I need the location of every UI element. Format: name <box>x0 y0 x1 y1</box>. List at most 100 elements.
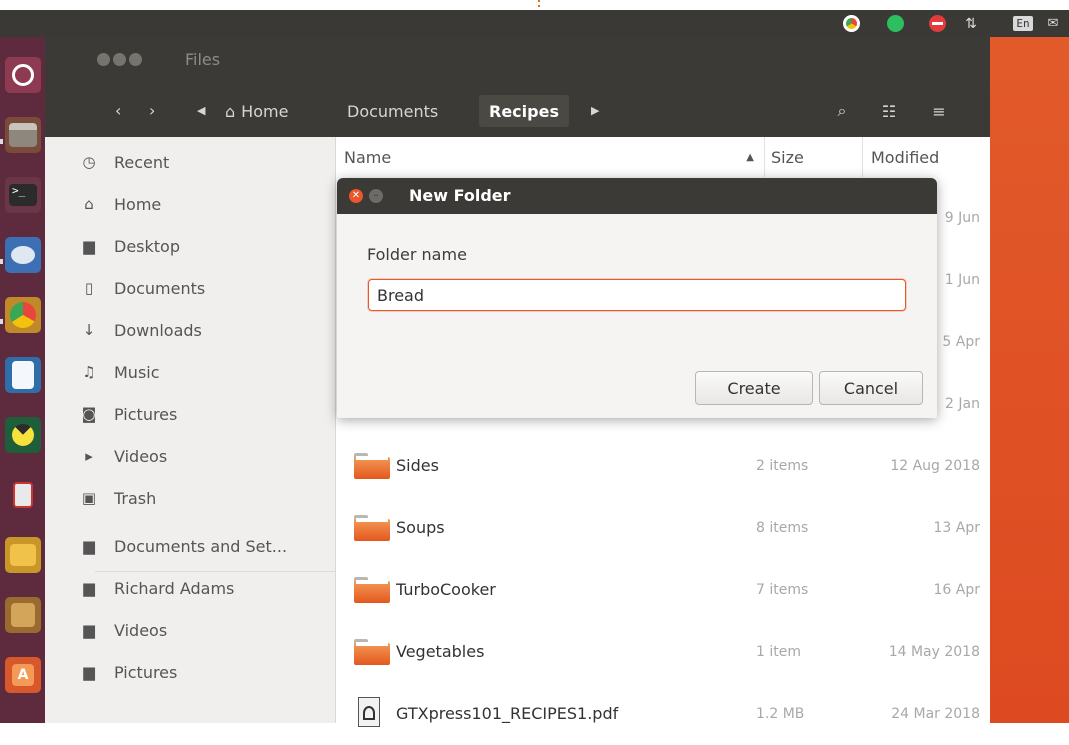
path-scroll-left-icon[interactable]: ◀ <box>197 95 211 125</box>
path-scroll-right-icon[interactable]: ▶ <box>591 95 605 125</box>
file-size: 7 items <box>756 582 809 598</box>
sidebar-item-videos[interactable]: ▸ Videos <box>45 435 335 477</box>
home-icon: ⌂ <box>84 195 94 213</box>
clock-icon: ◷ <box>82 153 96 171</box>
robot-icon[interactable] <box>5 477 41 513</box>
column-header-modified[interactable]: Modified <box>863 137 990 177</box>
close-icon: ✕ <box>351 190 361 201</box>
dialog-titlebar: ✕ – New Folder <box>337 178 937 214</box>
sidebar-item-label: Downloads <box>114 320 202 340</box>
sidebar-item-pictures[interactable]: ▆ Pictures <box>45 651 335 693</box>
document-icon: ▯ <box>84 279 94 297</box>
chrome-icon[interactable] <box>5 297 41 333</box>
close-window-button[interactable] <box>97 53 110 66</box>
file-modified: 14 May 2018 <box>888 644 980 660</box>
sidebar-item-desktop[interactable]: ▆ Desktop <box>45 225 335 267</box>
mail-icon[interactable]: ✉ <box>1042 10 1064 37</box>
file-size: 8 items <box>756 520 809 536</box>
sidebar-item-label: Pictures <box>114 404 178 424</box>
file-row[interactable]: Vegetables 1 item 14 May 2018 <box>336 621 990 683</box>
file-name: Sides <box>396 456 439 475</box>
folder-icon <box>354 577 390 603</box>
sidebar-item-downloads[interactable]: ↓ Downloads <box>45 309 335 351</box>
pacman-icon[interactable] <box>5 417 41 453</box>
sidebar-item-label: Music <box>114 362 160 382</box>
files-icon[interactable] <box>5 117 41 153</box>
file-modified: 1 Jun <box>944 272 980 288</box>
network-icon[interactable]: ⇅ <box>958 10 984 37</box>
dos-icon[interactable] <box>5 597 41 633</box>
sidebar-item-label: Documents and Set... <box>114 536 288 556</box>
dialog-minimize-button[interactable]: – <box>369 189 383 203</box>
path-home-button[interactable]: ⌂ Home <box>215 95 298 127</box>
maximize-window-button[interactable] <box>129 53 142 66</box>
column-header-name[interactable]: Name ▲ <box>336 137 765 177</box>
dialog-title: New Folder <box>409 186 511 205</box>
sidebar-item-home[interactable]: ⌂ Home <box>45 183 335 225</box>
file-row[interactable]: GTXpress101_RECIPES1.pdf 1.2 MB 24 Mar 201… <box>336 683 990 745</box>
sidebar-item-documents[interactable]: ▯ Documents <box>45 267 335 309</box>
menu-button[interactable]: ≡ <box>922 95 956 127</box>
minimize-window-button[interactable] <box>113 53 126 66</box>
keyboard-layout-indicator[interactable]: En <box>1010 10 1036 37</box>
minimize-icon: – <box>373 190 379 201</box>
sidebar-item-label: Videos <box>114 446 168 466</box>
path-documents-label: Documents <box>347 101 439 121</box>
file-name: Vegetables <box>396 642 485 661</box>
file-row[interactable]: TurboCooker 7 items 16 Apr <box>336 559 990 621</box>
sidebar-item-trash[interactable]: ▣ Trash <box>45 477 335 519</box>
search-button[interactable]: ⌕ <box>825 95 859 127</box>
create-button[interactable]: Create <box>695 371 813 405</box>
path-recipes-button[interactable]: Recipes <box>479 95 569 127</box>
sort-ascending-icon: ▲ <box>746 151 754 163</box>
writer-icon[interactable] <box>5 357 41 393</box>
file-size: 1.2 MB <box>756 706 805 722</box>
folder-name-input[interactable] <box>368 279 906 311</box>
view-toggle-button[interactable]: ☷ <box>872 95 906 127</box>
file-row[interactable]: Sides 2 items 12 Aug 2018 <box>336 435 990 497</box>
thunderbird-icon[interactable] <box>5 237 41 273</box>
archive-icon[interactable] <box>5 537 41 573</box>
window-title: Files <box>185 50 221 69</box>
file-modified: 9 Jun <box>944 210 980 226</box>
top-panel: ⇅ En ✉ <box>0 0 1069 37</box>
sidebar-item-videos[interactable]: ▆ Videos <box>45 609 335 651</box>
file-size: 2 items <box>756 458 809 474</box>
folder-icon: ▆ <box>83 663 95 681</box>
column-modified-label: Modified <box>871 147 940 167</box>
file-name: Soups <box>396 518 445 537</box>
file-row[interactable]: Soups 8 items 13 Apr <box>336 497 990 559</box>
folder-icon: ▆ <box>83 237 95 255</box>
file-name: TurboCooker <box>396 580 496 599</box>
camera-icon: ◙ <box>81 405 97 423</box>
evernote-icon[interactable] <box>880 10 910 37</box>
chrome-tray-icon[interactable] <box>836 10 866 37</box>
no-entry-icon[interactable] <box>922 10 952 37</box>
file-modified: 13 Apr <box>933 520 980 536</box>
sidebar-item-pictures[interactable]: ◙ Pictures <box>45 393 335 435</box>
file-modified: 24 Mar 2018 <box>891 706 980 722</box>
keyboard-layout-label: En <box>1013 16 1033 31</box>
path-documents-button[interactable]: Documents <box>337 95 448 127</box>
headerbar: Files ‹ › ◀ ⌂ Home Documents Recipes ▶ ⌕… <box>45 37 990 137</box>
sidebar-item-documents-and-set[interactable]: ▆ Documents and Set... <box>45 525 335 567</box>
terminal-icon[interactable]: >_ <box>5 177 41 213</box>
places-sidebar: ◷ Recent ⌂ Home ▆ Desktop ▯ Documents ↓ Downloads… <box>45 137 336 723</box>
column-header-size[interactable]: Size <box>765 137 863 177</box>
ubuntu-logo-icon[interactable] <box>5 57 41 93</box>
software-center-icon[interactable]: A <box>5 657 41 693</box>
folder-icon: ▆ <box>83 579 95 597</box>
cancel-button[interactable]: Cancel <box>819 371 923 405</box>
column-size-label: Size <box>771 147 804 167</box>
launcher: >_ A <box>0 37 45 723</box>
trash-icon: ▣ <box>81 489 97 507</box>
file-modified: 2 Jan <box>945 396 980 412</box>
back-button[interactable]: ‹ <box>115 95 137 125</box>
file-modified: 16 Apr <box>933 582 980 598</box>
sidebar-item-recent[interactable]: ◷ Recent <box>45 141 335 183</box>
sidebar-item-music[interactable]: ♫ Music <box>45 351 335 393</box>
folder-icon <box>354 453 390 479</box>
forward-button[interactable]: › <box>149 95 171 125</box>
dialog-close-button[interactable]: ✕ <box>349 189 363 203</box>
sidebar-item-richard-adams[interactable]: ▆ Richard Adams <box>45 567 335 609</box>
